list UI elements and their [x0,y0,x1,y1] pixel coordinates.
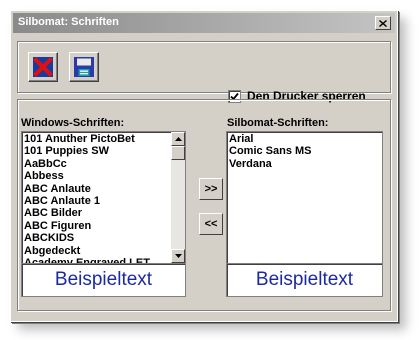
list-item[interactable]: ABC Anlaute [22,183,185,195]
silbomat-fonts-label: Silbomat-Schriften: [227,117,329,129]
red-x-icon [33,57,53,77]
cancel-button[interactable] [28,52,58,82]
windows-fonts-scrollbar[interactable] [171,132,185,263]
close-button[interactable] [375,16,391,30]
arrow-down-icon [174,254,182,258]
list-item[interactable]: Verdana [227,158,382,170]
add-font-button[interactable]: >> [199,178,223,200]
title-bar[interactable]: Silbomat: Schriften [13,13,395,33]
scroll-down-button[interactable] [171,249,185,263]
scroll-up-button[interactable] [171,132,185,146]
dialog-window: Silbomat: Schriften Den Drucker sperren … [10,10,398,322]
silbomat-font-sample: Beispieltext [226,263,383,297]
list-item[interactable]: Arial [227,133,382,145]
list-item[interactable]: ABCKIDS [22,232,185,244]
list-item[interactable]: ABC Anlaute 1 [22,195,185,207]
close-icon [379,19,387,27]
windows-font-sample: Beispieltext [21,263,186,297]
arrow-up-icon [174,137,182,141]
remove-font-button[interactable]: << [199,213,223,235]
windows-fonts-label: Windows-Schriften: [21,117,125,129]
list-item[interactable]: Comic Sans MS [227,145,382,157]
toolbar-panel: Den Drucker sperren [17,41,391,103]
list-item[interactable]: ABC Bilder [22,207,185,219]
fonts-panel: Windows-Schriften: 101 Anuther PictoBet 1… [17,99,391,311]
list-item[interactable]: 101 Puppies SW [22,145,185,157]
windows-fonts-list[interactable]: 101 Anuther PictoBet 101 Puppies SW AaBbCc… [21,131,186,264]
list-item[interactable]: Abgedeckt [22,245,185,257]
list-item[interactable]: Abbess [22,170,185,182]
save-button[interactable] [69,52,99,82]
floppy-disk-icon [74,57,94,77]
list-item[interactable]: ABC Figuren [22,220,185,232]
window-title: Silbomat: Schriften [18,16,119,28]
list-item[interactable]: 101 Anuther PictoBet [22,133,185,145]
silbomat-fonts-list[interactable]: Arial Comic Sans MS Verdana [226,131,383,264]
scroll-thumb[interactable] [171,146,185,160]
list-item[interactable]: AaBbCc [22,158,185,170]
